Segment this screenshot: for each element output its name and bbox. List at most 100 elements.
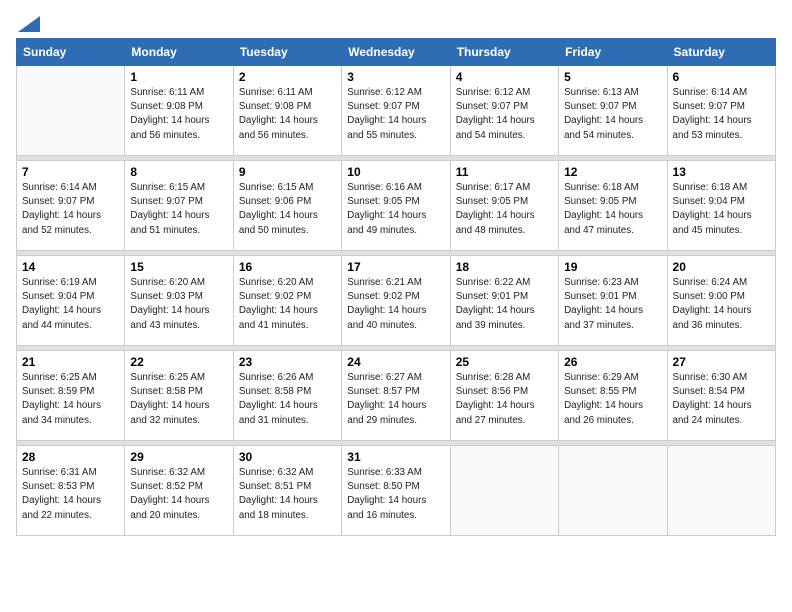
calendar-cell (667, 446, 775, 536)
calendar-cell: 8 Sunrise: 6:15 AM Sunset: 9:07 PM Daylig… (125, 161, 233, 251)
calendar-cell: 26 Sunrise: 6:29 AM Sunset: 8:55 PM Dayli… (559, 351, 667, 441)
calendar-cell: 19 Sunrise: 6:23 AM Sunset: 9:01 PM Dayli… (559, 256, 667, 346)
calendar-cell: 1 Sunrise: 6:11 AM Sunset: 9:08 PM Daylig… (125, 66, 233, 156)
day-info: Sunrise: 6:18 AM Sunset: 9:05 PM Dayligh… (564, 181, 661, 238)
calendar-cell: 4 Sunrise: 6:12 AM Sunset: 9:07 PM Daylig… (450, 66, 558, 156)
day-number: 15 (130, 260, 227, 274)
day-number: 3 (347, 70, 444, 84)
day-number: 27 (673, 355, 770, 369)
logo-icon (18, 16, 40, 32)
day-number: 4 (456, 70, 553, 84)
day-number: 29 (130, 450, 227, 464)
day-number: 21 (22, 355, 119, 369)
day-number: 8 (130, 165, 227, 179)
calendar-cell: 18Sunrise: 6:22 AM Sunset: 9:01 PM Dayli… (450, 256, 558, 346)
calendar-cell: 29Sunrise: 6:32 AM Sunset: 8:52 PM Dayli… (125, 446, 233, 536)
day-number: 31 (347, 450, 444, 464)
calendar-cell (450, 446, 558, 536)
day-number: 2 (239, 70, 336, 84)
day-info: Sunrise: 6:11 AM Sunset: 9:08 PM Dayligh… (130, 86, 227, 143)
day-info: Sunrise: 6:21 AM Sunset: 9:02 PM Dayligh… (347, 276, 444, 333)
day-info: Sunrise: 6:12 AM Sunset: 9:07 PM Dayligh… (347, 86, 444, 143)
calendar-cell: 28 Sunrise: 6:31 AM Sunset: 8:53 PM Dayli… (17, 446, 125, 536)
calendar-cell: 16 Sunrise: 6:20 AM Sunset: 9:02 PM Dayli… (233, 256, 341, 346)
day-number: 16 (239, 260, 336, 274)
day-info: Sunrise: 6:14 AM Sunset: 9:07 PM Dayligh… (22, 181, 119, 238)
day-info: Sunrise: 6:16 AM Sunset: 9:05 PM Dayligh… (347, 181, 444, 238)
day-info: Sunrise: 6:15 AM Sunset: 9:07 PM Dayligh… (130, 181, 227, 238)
day-number: 28 (22, 450, 119, 464)
day-number: 26 (564, 355, 661, 369)
day-header: Tuesday (233, 39, 341, 66)
calendar-cell: 6 Sunrise: 6:14 AM Sunset: 9:07 PM Daylig… (667, 66, 775, 156)
day-info: Sunrise: 6:31 AM Sunset: 8:53 PM Dayligh… (22, 466, 119, 523)
calendar-cell: 30 Sunrise: 6:32 AM Sunset: 8:51 PM Dayli… (233, 446, 341, 536)
day-number: 23 (239, 355, 336, 369)
day-number: 5 (564, 70, 661, 84)
day-info: Sunrise: 6:23 AM Sunset: 9:01 PM Dayligh… (564, 276, 661, 333)
calendar-cell: 11 Sunrise: 6:17 AM Sunset: 9:05 PM Dayli… (450, 161, 558, 251)
day-number: 9 (239, 165, 336, 179)
day-number: 13 (673, 165, 770, 179)
day-info: Sunrise: 6:25 AM Sunset: 8:58 PM Dayligh… (130, 371, 227, 428)
day-info: Sunrise: 6:17 AM Sunset: 9:05 PM Dayligh… (456, 181, 553, 238)
day-header: Thursday (450, 39, 558, 66)
day-number: 1 (130, 70, 227, 84)
day-info: Sunrise: 6:14 AM Sunset: 9:07 PM Dayligh… (673, 86, 770, 143)
calendar-cell: 20Sunrise: 6:24 AM Sunset: 9:00 PM Dayli… (667, 256, 775, 346)
calendar-cell: 3 Sunrise: 6:12 AM Sunset: 9:07 PM Daylig… (342, 66, 450, 156)
day-header: Sunday (17, 39, 125, 66)
calendar-cell: 14Sunrise: 6:19 AM Sunset: 9:04 PM Dayli… (17, 256, 125, 346)
day-info: Sunrise: 6:33 AM Sunset: 8:50 PM Dayligh… (347, 466, 444, 523)
day-number: 7 (22, 165, 119, 179)
day-number: 10 (347, 165, 444, 179)
calendar-cell: 9 Sunrise: 6:15 AM Sunset: 9:06 PM Daylig… (233, 161, 341, 251)
day-number: 14 (22, 260, 119, 274)
day-info: Sunrise: 6:15 AM Sunset: 9:06 PM Dayligh… (239, 181, 336, 238)
day-info: Sunrise: 6:20 AM Sunset: 9:03 PM Dayligh… (130, 276, 227, 333)
calendar-cell: 31 Sunrise: 6:33 AM Sunset: 8:50 PM Dayli… (342, 446, 450, 536)
calendar-cell: 15 Sunrise: 6:20 AM Sunset: 9:03 PM Dayli… (125, 256, 233, 346)
calendar-cell: 17 Sunrise: 6:21 AM Sunset: 9:02 PM Dayli… (342, 256, 450, 346)
day-info: Sunrise: 6:29 AM Sunset: 8:55 PM Dayligh… (564, 371, 661, 428)
calendar-cell: 27 Sunrise: 6:30 AM Sunset: 8:54 PM Dayli… (667, 351, 775, 441)
day-number: 30 (239, 450, 336, 464)
day-info: Sunrise: 6:27 AM Sunset: 8:57 PM Dayligh… (347, 371, 444, 428)
day-info: Sunrise: 6:20 AM Sunset: 9:02 PM Dayligh… (239, 276, 336, 333)
day-number: 19 (564, 260, 661, 274)
calendar-cell: 21Sunrise: 6:25 AM Sunset: 8:59 PM Dayli… (17, 351, 125, 441)
day-header: Monday (125, 39, 233, 66)
day-info: Sunrise: 6:12 AM Sunset: 9:07 PM Dayligh… (456, 86, 553, 143)
day-number: 12 (564, 165, 661, 179)
day-number: 24 (347, 355, 444, 369)
day-number: 17 (347, 260, 444, 274)
day-header: Friday (559, 39, 667, 66)
day-info: Sunrise: 6:26 AM Sunset: 8:58 PM Dayligh… (239, 371, 336, 428)
day-number: 22 (130, 355, 227, 369)
calendar-cell: 25Sunrise: 6:28 AM Sunset: 8:56 PM Dayli… (450, 351, 558, 441)
day-header: Wednesday (342, 39, 450, 66)
day-info: Sunrise: 6:13 AM Sunset: 9:07 PM Dayligh… (564, 86, 661, 143)
calendar-cell: 13Sunrise: 6:18 AM Sunset: 9:04 PM Dayli… (667, 161, 775, 251)
page-header (16, 16, 776, 30)
calendar-cell (559, 446, 667, 536)
day-info: Sunrise: 6:11 AM Sunset: 9:08 PM Dayligh… (239, 86, 336, 143)
day-number: 20 (673, 260, 770, 274)
day-number: 18 (456, 260, 553, 274)
logo (16, 16, 40, 30)
calendar-cell: 22 Sunrise: 6:25 AM Sunset: 8:58 PM Dayli… (125, 351, 233, 441)
calendar-cell: 2 Sunrise: 6:11 AM Sunset: 9:08 PM Daylig… (233, 66, 341, 156)
calendar-cell (17, 66, 125, 156)
day-number: 11 (456, 165, 553, 179)
calendar-cell: 24 Sunrise: 6:27 AM Sunset: 8:57 PM Dayli… (342, 351, 450, 441)
calendar-cell: 5 Sunrise: 6:13 AM Sunset: 9:07 PM Daylig… (559, 66, 667, 156)
calendar-table: SundayMondayTuesdayWednesdayThursdayFrid… (16, 38, 776, 536)
calendar-cell: 10 Sunrise: 6:16 AM Sunset: 9:05 PM Dayli… (342, 161, 450, 251)
day-header: Saturday (667, 39, 775, 66)
calendar-cell: 12 Sunrise: 6:18 AM Sunset: 9:05 PM Dayli… (559, 161, 667, 251)
day-number: 6 (673, 70, 770, 84)
day-info: Sunrise: 6:28 AM Sunset: 8:56 PM Dayligh… (456, 371, 553, 428)
calendar-cell: 7 Sunrise: 6:14 AM Sunset: 9:07 PM Daylig… (17, 161, 125, 251)
day-info: Sunrise: 6:32 AM Sunset: 8:51 PM Dayligh… (239, 466, 336, 523)
day-info: Sunrise: 6:30 AM Sunset: 8:54 PM Dayligh… (673, 371, 770, 428)
